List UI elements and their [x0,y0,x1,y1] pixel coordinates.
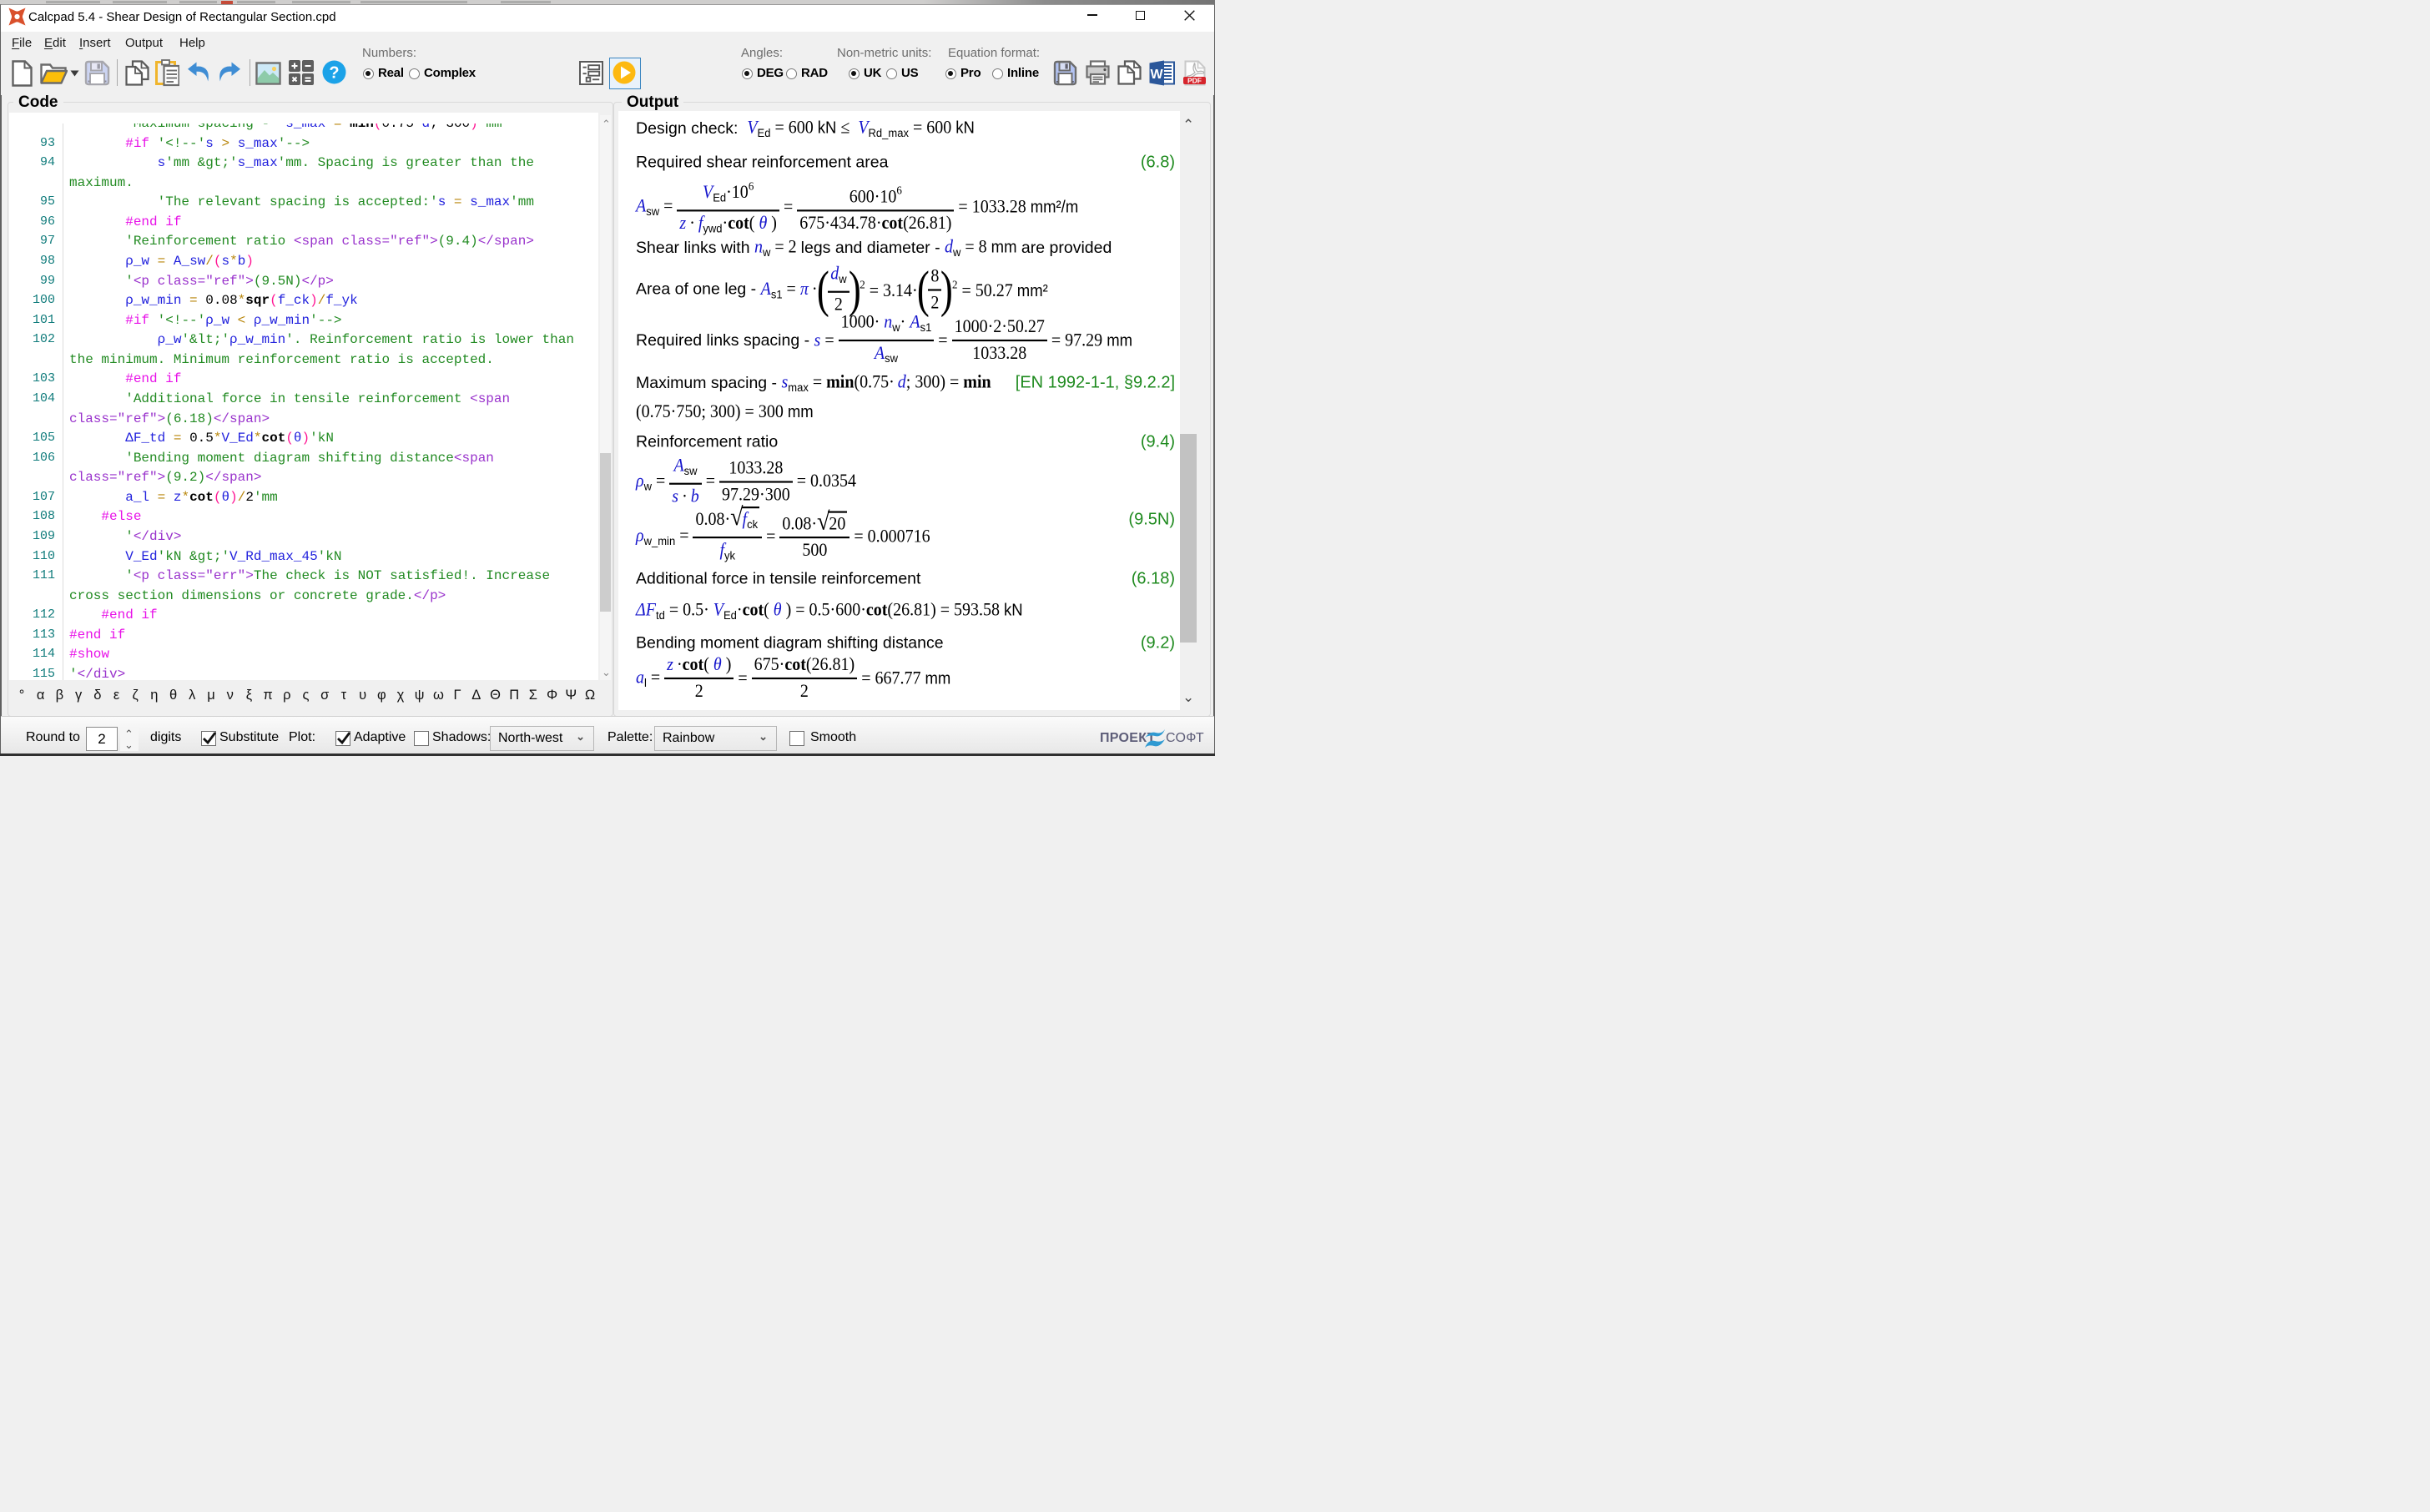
svg-text:?: ? [329,64,339,83]
svg-text:W: W [1150,68,1163,82]
svg-text:PDF: PDF [1187,77,1202,85]
